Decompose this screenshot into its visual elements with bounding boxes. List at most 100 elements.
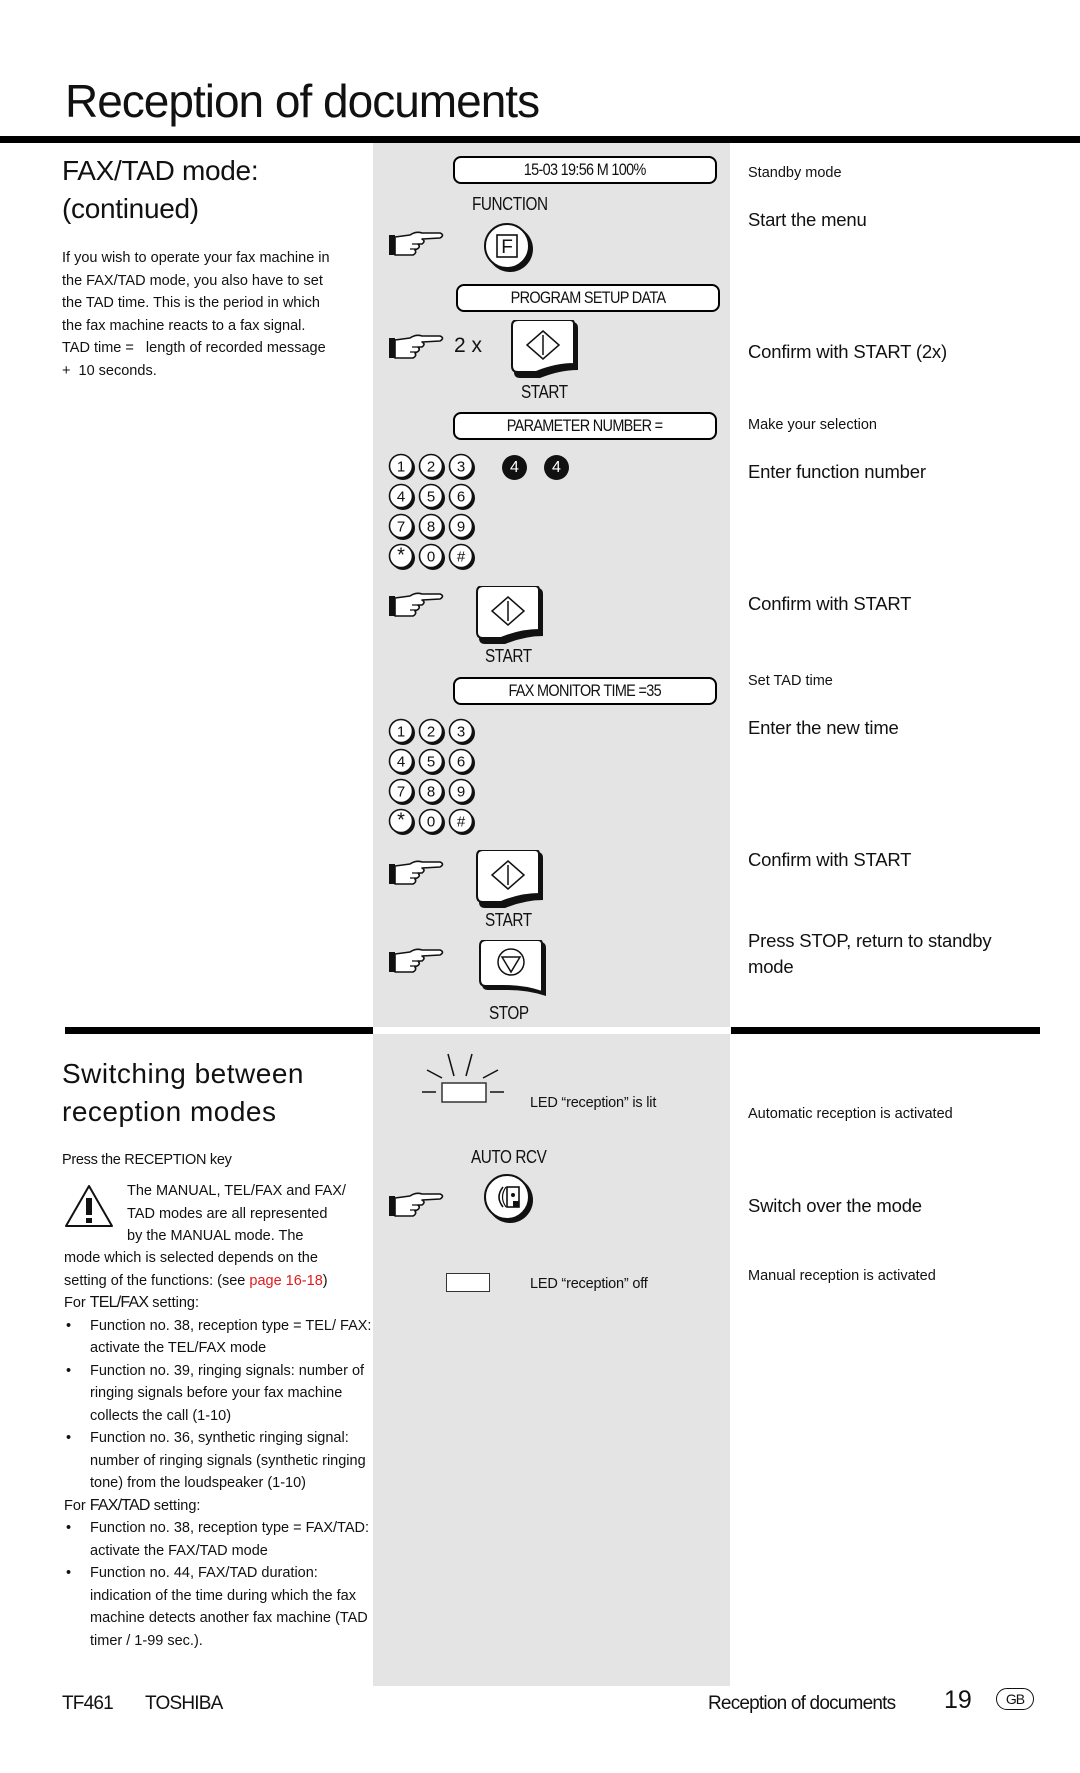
entered-digit: 4 <box>502 455 527 480</box>
entered-digit-text: 4 <box>552 458 561 476</box>
section2-heading: Switching between reception modes <box>62 1055 304 1131</box>
section1-heading: FAX/TAD mode: (continued) <box>62 152 259 228</box>
lcd-display-parameter: PARAMETER NUMBER = <box>453 412 717 440</box>
header-rule <box>0 136 1080 143</box>
section2-title-line2: reception modes <box>62 1096 277 1127</box>
keypad-key-8[interactable]: 8 <box>418 778 446 806</box>
auto-rcv-label: AUTO RCV <box>471 1147 547 1167</box>
faxtad-heading: For FAX/TAD setting: <box>64 1495 374 1518</box>
keypad-key-0[interactable]: 0 <box>418 808 446 836</box>
lcd-display-program: PROGRAM SETUP DATA <box>456 284 720 312</box>
keypad-key-5[interactable]: 5 <box>418 483 446 511</box>
keypad-key-4[interactable]: 4 <box>388 483 416 511</box>
keypad-key-label: 2 <box>427 724 435 741</box>
keypad-key-label: 0 <box>427 814 435 831</box>
keypad-key-6[interactable]: 6 <box>448 483 476 511</box>
keypad-key-hash[interactable]: # <box>448 543 476 571</box>
keypad-key-label: 8 <box>427 784 435 801</box>
entered-digit-text: 4 <box>510 458 519 476</box>
lcd-text: 15-03 19:56 M 100% <box>524 160 647 179</box>
keypad-svg: 1 2 3 4 5 6 7 8 9 * 0 # <box>388 453 476 571</box>
keypad-key-5[interactable]: 5 <box>418 748 446 776</box>
steps-panel-2 <box>373 1034 730 1686</box>
instr-enter-function: Enter function number <box>748 461 926 482</box>
function-key-glyph: F <box>501 237 513 258</box>
keypad-key-label: 1 <box>397 724 405 741</box>
section-rule-right <box>731 1027 1040 1034</box>
pointing-hand-icon <box>389 231 444 256</box>
list-item: Function no. 38, reception type = FAX/TA… <box>64 1517 374 1562</box>
note-make-selection: Make your selection <box>748 417 877 433</box>
led-lit-icon <box>422 1053 504 1103</box>
keypad-key-2[interactable]: 2 <box>418 718 446 746</box>
pointing-hand-icon <box>389 860 444 885</box>
keypad-key-3[interactable]: 3 <box>448 453 476 481</box>
instr-confirm-start-2: Confirm with START <box>748 849 912 870</box>
keypad-key-7[interactable]: 7 <box>388 778 416 806</box>
keypad-1[interactable]: 1 2 3 4 5 6 7 8 9 * 0 # <box>388 453 484 575</box>
keypad-key-0[interactable]: 0 <box>418 543 446 571</box>
keypad-key-label: 3 <box>457 459 465 476</box>
start-key[interactable] <box>475 850 547 912</box>
intro-line: If you wish to operate your fax machine … <box>62 250 330 266</box>
stop-key[interactable] <box>478 940 550 1002</box>
steps-panel-1 <box>373 143 730 1027</box>
keypad-key-label: 6 <box>457 754 465 771</box>
keypad-key-hash[interactable]: # <box>448 808 476 836</box>
keypad-key-label: 2 <box>427 459 435 476</box>
keypad-2[interactable]: 1 2 3 4 5 6 7 8 9 * 0 # <box>388 718 484 840</box>
keypad-key-label: 5 <box>427 489 435 506</box>
heading-mode: TEL/FAX <box>89 1294 149 1311</box>
section1-title-line2: (continued) <box>62 193 199 224</box>
keypad-key-9[interactable]: 9 <box>448 778 476 806</box>
page-link[interactable]: page 16-18 <box>249 1273 322 1289</box>
keypad-key-label: # <box>457 549 466 566</box>
keypad-key-1[interactable]: 1 <box>388 718 416 746</box>
keypad-key-2[interactable]: 2 <box>418 453 446 481</box>
instr-press-stop-line2: mode <box>748 956 794 977</box>
warning-text: The MANUAL, TEL/FAX and FAX/ TAD modes a… <box>127 1180 367 1248</box>
instr-press-stop: Press STOP, return to standby mode <box>748 928 992 980</box>
instr-confirm-2x: Confirm with START (2x) <box>748 341 947 362</box>
section1-intro: If you wish to operate your fax machine … <box>62 247 362 382</box>
start-label: START <box>485 910 532 930</box>
keypad-key-label: 4 <box>397 489 405 506</box>
intro-line: the TAD time. This is the period in whic… <box>62 295 320 311</box>
keypad-svg: 1 2 3 4 5 6 7 8 9 * 0 # <box>388 718 476 836</box>
start-key[interactable] <box>475 586 547 648</box>
footer-section: Reception of documents <box>708 1693 896 1714</box>
section-rule-left <box>65 1027 373 1034</box>
heading-suffix: setting: <box>148 1295 199 1311</box>
keypad-key-3[interactable]: 3 <box>448 718 476 746</box>
keypad-key-9[interactable]: 9 <box>448 513 476 541</box>
keypad-key-star[interactable]: * <box>388 543 416 571</box>
keypad-key-1[interactable]: 1 <box>388 453 416 481</box>
lcd-text: PROGRAM SETUP DATA <box>510 288 666 307</box>
warning-line: TAD modes are all represented <box>127 1205 328 1222</box>
keypad-key-8[interactable]: 8 <box>418 513 446 541</box>
keypad-key-label: 6 <box>457 489 465 506</box>
telfax-heading: For TEL/FAX setting: <box>64 1292 374 1315</box>
instr-confirm-start-1: Confirm with START <box>748 593 912 614</box>
intro-line: the FAX/TAD mode, you also have to set <box>62 272 323 289</box>
footer-model: TF461 <box>62 1693 114 1714</box>
auto-rcv-key[interactable] <box>483 1173 535 1225</box>
instr-press-stop-line1: Press STOP, return to standby <box>748 930 992 951</box>
keypad-key-label: * <box>397 810 405 832</box>
heading-mode: FAX/TAD <box>89 1496 151 1514</box>
keypad-key-star[interactable]: * <box>388 808 416 836</box>
list-item: Function no. 36, synthetic ringing signa… <box>64 1427 374 1495</box>
led-off-icon <box>446 1273 490 1292</box>
keypad-key-label: * <box>397 545 405 567</box>
start-key[interactable] <box>510 320 582 382</box>
function-key[interactable]: F <box>483 222 535 274</box>
keypad-key-6[interactable]: 6 <box>448 748 476 776</box>
instr-start-menu: Start the menu <box>748 209 867 230</box>
list-item: Function no. 38, reception type = TEL/ F… <box>64 1315 374 1360</box>
keypad-key-label: 8 <box>427 519 435 536</box>
warning-cont: mode which is selected depends on the <box>64 1250 318 1266</box>
keypad-key-7[interactable]: 7 <box>388 513 416 541</box>
keypad-key-label: 0 <box>427 549 435 566</box>
page-title: Reception of documents <box>65 75 540 127</box>
keypad-key-4[interactable]: 4 <box>388 748 416 776</box>
